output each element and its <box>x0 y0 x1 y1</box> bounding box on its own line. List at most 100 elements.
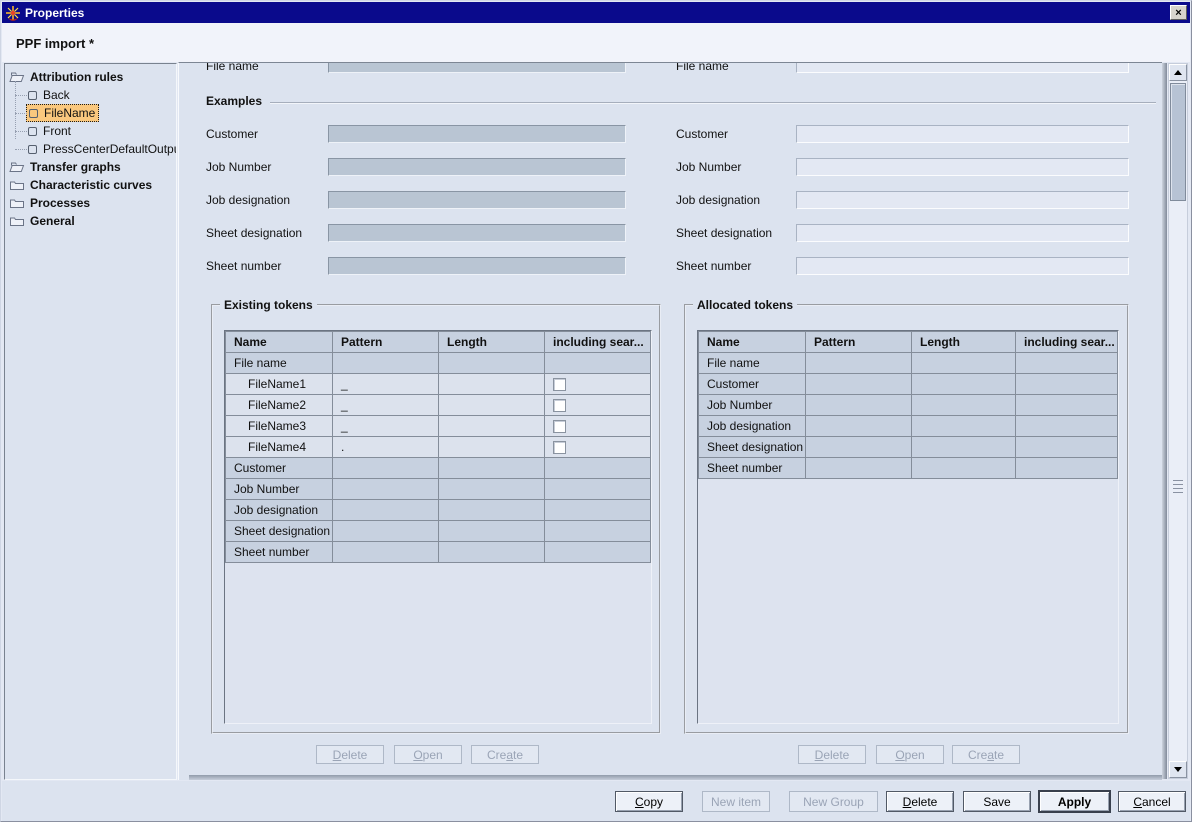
close-glyph: × <box>1175 7 1181 19</box>
col-name[interactable]: Name <box>226 332 333 353</box>
existing-delete-button[interactable]: Delete <box>316 745 384 764</box>
scroll-down-icon[interactable] <box>1169 761 1187 778</box>
existing-open-button[interactable]: Open <box>394 745 462 764</box>
file-name-label-left: File name <box>206 62 259 73</box>
customer-label-right: Customer <box>676 127 728 141</box>
col-including-search[interactable]: including sear... <box>545 332 651 353</box>
including-search-checkbox[interactable] <box>553 420 566 433</box>
main-panel-edge <box>1162 63 1167 779</box>
tree-item-label: Characteristic curves <box>30 178 152 192</box>
folder-icon <box>9 215 25 227</box>
table-row[interactable]: Sheet number <box>226 542 651 563</box>
folder-open-icon <box>9 161 25 173</box>
table-header-row: Name Pattern Length including sear... <box>699 332 1118 353</box>
tree-item-front[interactable]: Front <box>5 122 176 140</box>
tree-item-label: Processes <box>30 196 90 210</box>
table-row[interactable]: Job designation <box>699 416 1118 437</box>
sidebar-tree: Attribution rules Back FileName Front Pr… <box>4 63 177 780</box>
tree-item-label: General <box>30 214 75 228</box>
tree-item-attribution-rules[interactable]: Attribution rules <box>5 68 176 86</box>
tree-item-transfer-graphs[interactable]: Transfer graphs <box>5 158 176 176</box>
table-row[interactable]: File name <box>226 353 651 374</box>
vertical-scrollbar[interactable] <box>1168 63 1188 779</box>
sheet-number-field-left <box>328 257 626 275</box>
title-bar: Properties × <box>2 2 1190 23</box>
cancel-button[interactable]: Cancel <box>1118 791 1186 812</box>
folder-icon <box>9 179 25 191</box>
copy-button[interactable]: Copy <box>615 791 683 812</box>
allocated-tokens-table[interactable]: Name Pattern Length including sear... Fi… <box>697 330 1119 724</box>
existing-tokens-table[interactable]: Name Pattern Length including sear... Fi… <box>224 330 652 724</box>
delete-button[interactable]: Delete <box>886 791 954 812</box>
job-number-label-left: Job Number <box>206 160 271 174</box>
table-row[interactable]: Job Number <box>699 395 1118 416</box>
including-search-checkbox[interactable] <box>553 441 566 454</box>
table-row[interactable]: FileName3 _ <box>226 416 651 437</box>
table-row[interactable]: Job Number <box>226 479 651 500</box>
folder-open-icon <box>9 71 25 83</box>
close-icon[interactable]: × <box>1170 5 1187 20</box>
apply-button[interactable]: Apply <box>1039 791 1110 812</box>
save-button[interactable]: Save <box>963 791 1031 812</box>
tree-item-filename[interactable]: FileName <box>5 104 176 122</box>
table-row[interactable]: Job designation <box>226 500 651 521</box>
table-row[interactable]: File name <box>699 353 1118 374</box>
new-item-button[interactable]: New item <box>702 791 770 812</box>
tree-item-presscenterdefaultoutput[interactable]: PressCenterDefaultOutput <box>5 140 176 158</box>
table-row[interactable]: Sheet designation <box>226 521 651 542</box>
window-title: Properties <box>25 6 84 20</box>
col-length[interactable]: Length <box>912 332 1016 353</box>
table-row[interactable]: Customer <box>226 458 651 479</box>
sheet-number-field-right[interactable] <box>796 257 1129 275</box>
including-search-checkbox[interactable] <box>553 378 566 391</box>
tree-children: Back FileName Front PressCenterDefaultOu… <box>5 86 176 158</box>
examples-label: Examples <box>206 94 270 108</box>
footer-bar: Copy New item New Group Delete Save Appl… <box>2 781 1190 821</box>
including-search-checkbox[interactable] <box>553 399 566 412</box>
tree-item-label: Front <box>43 124 71 138</box>
table-row[interactable]: FileName1 _ <box>226 374 651 395</box>
existing-create-button[interactable]: Create <box>471 745 539 764</box>
table-row[interactable]: Sheet number <box>699 458 1118 479</box>
checkbox-icon <box>28 127 37 136</box>
table-row[interactable]: Sheet designation <box>699 437 1118 458</box>
sheet-number-label-left: Sheet number <box>206 259 281 273</box>
app-icon <box>5 5 21 21</box>
sheet-designation-field-right[interactable] <box>796 224 1129 242</box>
tree-item-label: Attribution rules <box>30 70 123 84</box>
col-length[interactable]: Length <box>439 332 545 353</box>
allocated-delete-button[interactable]: Delete <box>798 745 866 764</box>
tree-item-general[interactable]: General <box>5 212 176 230</box>
main-panel: File name File name Examples Customer Jo… <box>178 62 1162 780</box>
scroll-up-icon[interactable] <box>1169 64 1187 81</box>
allocated-open-button[interactable]: Open <box>876 745 944 764</box>
tree-item-characteristic-curves[interactable]: Characteristic curves <box>5 176 176 194</box>
allocated-tokens-title: Allocated tokens <box>693 298 797 312</box>
folder-icon <box>9 197 25 209</box>
sheet-number-label-right: Sheet number <box>676 259 751 273</box>
scrollbar-grip-icon[interactable] <box>1173 480 1183 495</box>
scrollbar-thumb[interactable] <box>1170 83 1186 201</box>
col-pattern[interactable]: Pattern <box>333 332 439 353</box>
col-name[interactable]: Name <box>699 332 806 353</box>
new-group-button[interactable]: New Group <box>789 791 878 812</box>
allocated-create-button[interactable]: Create <box>952 745 1020 764</box>
table-row[interactable]: FileName4 . <box>226 437 651 458</box>
table-row[interactable]: Customer <box>699 374 1118 395</box>
job-number-label-right: Job Number <box>676 160 741 174</box>
sheet-designation-label-left: Sheet designation <box>206 226 302 240</box>
table-row[interactable]: FileName2 _ <box>226 395 651 416</box>
properties-window: Properties × PPF import * Attribution ru… <box>0 0 1192 822</box>
tree-item-processes[interactable]: Processes <box>5 194 176 212</box>
col-pattern[interactable]: Pattern <box>806 332 912 353</box>
job-designation-label-left: Job designation <box>206 193 290 207</box>
job-number-field-right[interactable] <box>796 158 1129 176</box>
tree-item-back[interactable]: Back <box>5 86 176 104</box>
examples-separator <box>206 102 1156 103</box>
customer-field-right[interactable] <box>796 125 1129 143</box>
job-designation-field-right[interactable] <box>796 191 1129 209</box>
col-including-search[interactable]: including sear... <box>1016 332 1118 353</box>
checkbox-icon <box>29 109 38 118</box>
file-name-field-right[interactable] <box>796 62 1129 73</box>
page-title: PPF import * <box>16 36 94 51</box>
